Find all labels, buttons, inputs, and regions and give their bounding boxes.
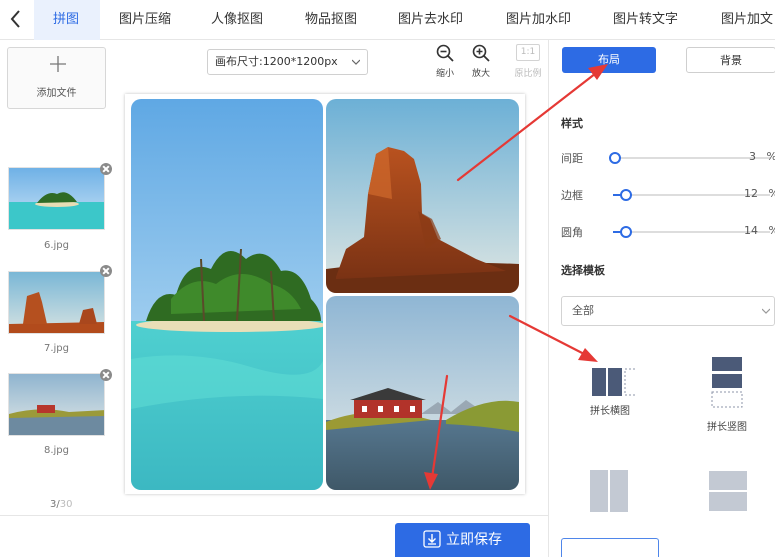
border-value: 12 % (744, 187, 775, 200)
horizontal-layout-icon (592, 368, 635, 396)
two-row-layout-icon (709, 471, 747, 511)
file-thumbnail-7[interactable] (8, 271, 105, 334)
collage-cell-desert[interactable] (326, 99, 519, 293)
tab-layout[interactable]: 布局 (562, 47, 656, 73)
remove-file-7-icon[interactable] (100, 265, 112, 277)
puzzle-editor-window: 拼图 图片压缩 人像抠图 物品抠图 图片去水印 图片加水印 图片转文字 图片加文… (0, 0, 775, 557)
tab-puzzle[interactable]: 拼图 (53, 0, 79, 40)
spacing-label: 间距 (561, 152, 583, 165)
radius-label: 圆角 (561, 226, 583, 239)
zoom-out-label: 缩小 (435, 69, 454, 79)
file-thumbnail-6[interactable] (8, 167, 105, 230)
remove-file-6-icon[interactable] (100, 163, 112, 175)
template-two-rows[interactable] (708, 470, 748, 512)
back-arrow-icon[interactable] (6, 6, 26, 32)
two-column-layout-icon (590, 470, 628, 512)
ratio-box: 1:1 (516, 44, 540, 61)
chevron-down-icon (762, 308, 770, 314)
spacing-slider-handle[interactable] (609, 152, 621, 164)
plus-icon (50, 56, 66, 72)
collage-canvas[interactable] (125, 94, 525, 494)
canvas-size-select[interactable]: 画布尺寸:1200*1200px (207, 49, 368, 75)
collage-cell-lake[interactable] (326, 296, 519, 490)
zoom-in-button[interactable]: 放大 (468, 44, 494, 79)
tab-remove-watermark[interactable]: 图片去水印 (398, 0, 463, 40)
save-label: 立即保存 (446, 532, 502, 548)
top-tab-bar: 拼图 图片压缩 人像抠图 物品抠图 图片去水印 图片加水印 图片转文字 图片加文 (0, 0, 775, 40)
spacing-slider-row: 间距 3 % (561, 150, 775, 166)
ratio-label: 原比例 (514, 69, 542, 79)
canvas-size-label: 画布尺寸:1200*1200px (215, 55, 338, 68)
tab-object-cutout[interactable]: 物品抠图 (305, 0, 357, 40)
template-label: 拼长横图 (590, 406, 630, 417)
zoom-in-label: 放大 (471, 69, 490, 79)
add-file-button[interactable]: 添加文件 (7, 47, 106, 109)
tab-image-compress[interactable]: 图片压缩 (119, 0, 171, 40)
file-pager: 3/30 (50, 499, 72, 510)
tab-image-to-text[interactable]: 图片转文字 (613, 0, 678, 40)
original-ratio-button[interactable]: 1:1 原比例 (510, 44, 546, 79)
collage-cell-island[interactable] (131, 99, 323, 490)
radius-slider-handle[interactable] (620, 226, 632, 238)
template-category-select[interactable]: 全部 (561, 296, 775, 326)
border-slider-row: 边框 12 % (561, 187, 775, 203)
template-selection-frame (561, 538, 659, 557)
radius-value: 14 % (744, 224, 775, 237)
tab-background[interactable]: 背景 (686, 47, 775, 73)
tab-add-watermark[interactable]: 图片加水印 (506, 0, 571, 40)
tab-image-add-text[interactable]: 图片加文 (721, 0, 773, 40)
add-file-label: 添加文件 (36, 88, 77, 99)
file-name: 8.jpg (43, 445, 69, 456)
chevron-down-icon (352, 59, 360, 65)
border-label: 边框 (561, 189, 583, 202)
pager-total: 30 (59, 499, 73, 510)
style-section-title: 样式 (561, 117, 583, 130)
save-now-button[interactable]: 立即保存 (395, 523, 530, 557)
pager-current: 3/ (50, 499, 60, 510)
file-name: 6.jpg (43, 240, 69, 251)
template-two-columns[interactable] (589, 469, 629, 513)
template-long-vertical[interactable]: 拼长竖图 (696, 356, 758, 433)
template-long-horizontal[interactable]: 拼长横图 (578, 362, 642, 417)
template-section-title: 选择模板 (561, 264, 605, 277)
border-slider-handle[interactable] (620, 189, 632, 201)
template-label: 拼长竖图 (707, 422, 747, 433)
template-category-label: 全部 (572, 304, 594, 317)
zoom-out-button[interactable]: 缩小 (432, 44, 458, 79)
download-icon (423, 530, 441, 548)
spacing-track[interactable] (613, 157, 770, 159)
remove-file-8-icon[interactable] (100, 369, 112, 381)
vertical-layout-icon (711, 357, 743, 408)
file-name: 7.jpg (43, 343, 69, 354)
zoom-out-icon (436, 44, 454, 62)
file-thumbnail-8[interactable] (8, 373, 105, 436)
tab-portrait-cutout[interactable]: 人像抠图 (211, 0, 263, 40)
spacing-value: 3 % (749, 150, 775, 163)
radius-slider-row: 圆角 14 % (561, 224, 775, 240)
zoom-in-icon (472, 44, 490, 62)
